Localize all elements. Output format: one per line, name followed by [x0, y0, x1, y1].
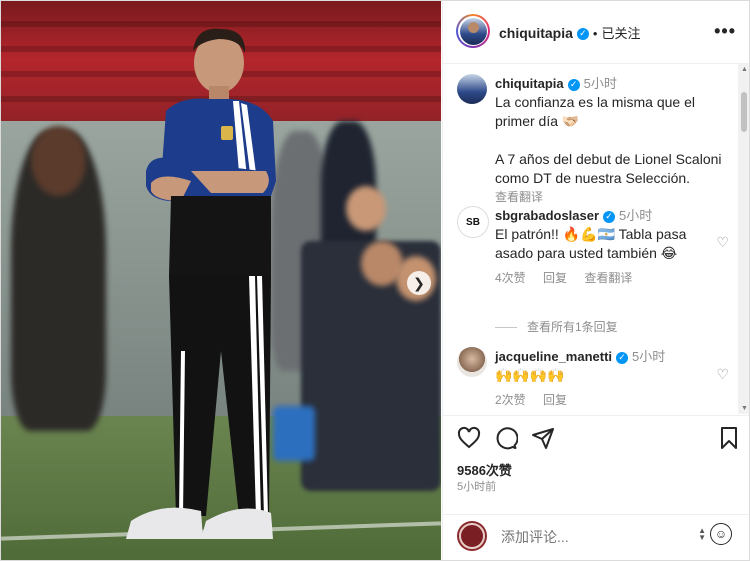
caption-text-2: A 7 años del debut de Lionel Scaloni com…: [495, 151, 726, 186]
comments-scrollbar[interactable]: ▲ ▼: [738, 64, 749, 414]
verified-badge-icon: ✓: [616, 351, 629, 364]
like-count[interactable]: 9586次赞: [457, 460, 512, 479]
background-person: [346, 186, 386, 231]
save-bookmark-icon[interactable]: [717, 426, 741, 450]
comment-like-count[interactable]: 2次赞: [495, 393, 526, 407]
verified-badge-icon: ✓: [567, 78, 580, 91]
comment-username[interactable]: chiquitapia: [495, 76, 564, 91]
view-replies-link[interactable]: 查看所有1条回复: [495, 318, 618, 335]
scroll-up-arrow-icon[interactable]: ▲: [741, 66, 748, 73]
emoji-icon[interactable]: ☺: [710, 523, 732, 545]
verified-badge-icon: ✓: [603, 210, 616, 223]
background-person: [31, 126, 86, 196]
comment-text: El patrón!! 🔥💪🇦🇷 Tabla pasa asado para u…: [495, 226, 691, 261]
comments-list[interactable]: chiquitapia ✓ 5小时 La confianza es la misma…: [443, 64, 738, 414]
like-comment-heart-icon[interactable]: ♡: [716, 234, 729, 251]
reply-link[interactable]: 回复: [543, 271, 567, 285]
post-header: chiquitapia ✓ • 已关注 •••: [443, 1, 749, 64]
caption-text: La confianza es la misma que el primer d…: [495, 94, 699, 129]
post-modal: ❯ chiquitapia ✓ • 已关注 ••• chiquitapia ✓ 5小时 L: [0, 0, 750, 561]
comment-text: 🙌🙌🙌🙌: [495, 367, 565, 383]
comment-time: 5小时: [619, 208, 653, 223]
author-avatar-small[interactable]: [457, 74, 487, 104]
post-actions: 9586次赞 5小时前 ▲▼ ☺: [443, 415, 749, 560]
commenter-avatar[interactable]: [457, 347, 487, 377]
current-user-avatar: [457, 521, 487, 551]
input-stepper-icon[interactable]: ▲ ▼: [698, 527, 706, 542]
like-heart-icon[interactable]: [457, 426, 481, 450]
comment-time: 5小时: [632, 349, 666, 364]
more-options-icon[interactable]: •••: [714, 21, 736, 42]
following-status-button[interactable]: 已关注: [601, 26, 640, 41]
see-translation-link[interactable]: 查看翻译: [495, 190, 543, 204]
author-username[interactable]: chiquitapia: [499, 25, 573, 41]
comment-username[interactable]: sbgrabadoslaser: [495, 208, 599, 223]
reply-link[interactable]: 回复: [543, 393, 567, 407]
like-comment-heart-icon[interactable]: ♡: [716, 366, 729, 383]
header-separator: •: [592, 26, 598, 41]
comment-like-count[interactable]: 4次赞: [495, 271, 526, 285]
scroll-thumb[interactable]: [741, 92, 747, 132]
scroll-down-arrow-icon[interactable]: ▼: [741, 405, 748, 412]
share-send-icon[interactable]: [531, 426, 555, 450]
comment-input[interactable]: [499, 525, 693, 549]
post-photo[interactable]: ❯: [1, 1, 441, 560]
verified-badge-icon: ✓: [576, 27, 589, 40]
commenter-avatar[interactable]: SB: [457, 206, 489, 238]
post-timestamp: 5小时前: [457, 481, 497, 493]
see-translation-link[interactable]: 查看翻译: [584, 271, 632, 285]
manager-figure: [126, 28, 276, 539]
comment-username[interactable]: jacqueline_manetti: [495, 349, 612, 364]
comment-bubble-icon[interactable]: [494, 426, 518, 450]
add-comment-bar: ▲▼ ☺: [443, 514, 749, 560]
chevron-right-icon: ❯: [413, 274, 425, 291]
author-avatar[interactable]: [456, 14, 490, 48]
post-details-panel: chiquitapia ✓ • 已关注 ••• chiquitapia ✓ 5小时 La …: [442, 1, 749, 560]
next-photo-button[interactable]: ❯: [407, 271, 431, 295]
comment-time: 5小时: [583, 76, 617, 91]
